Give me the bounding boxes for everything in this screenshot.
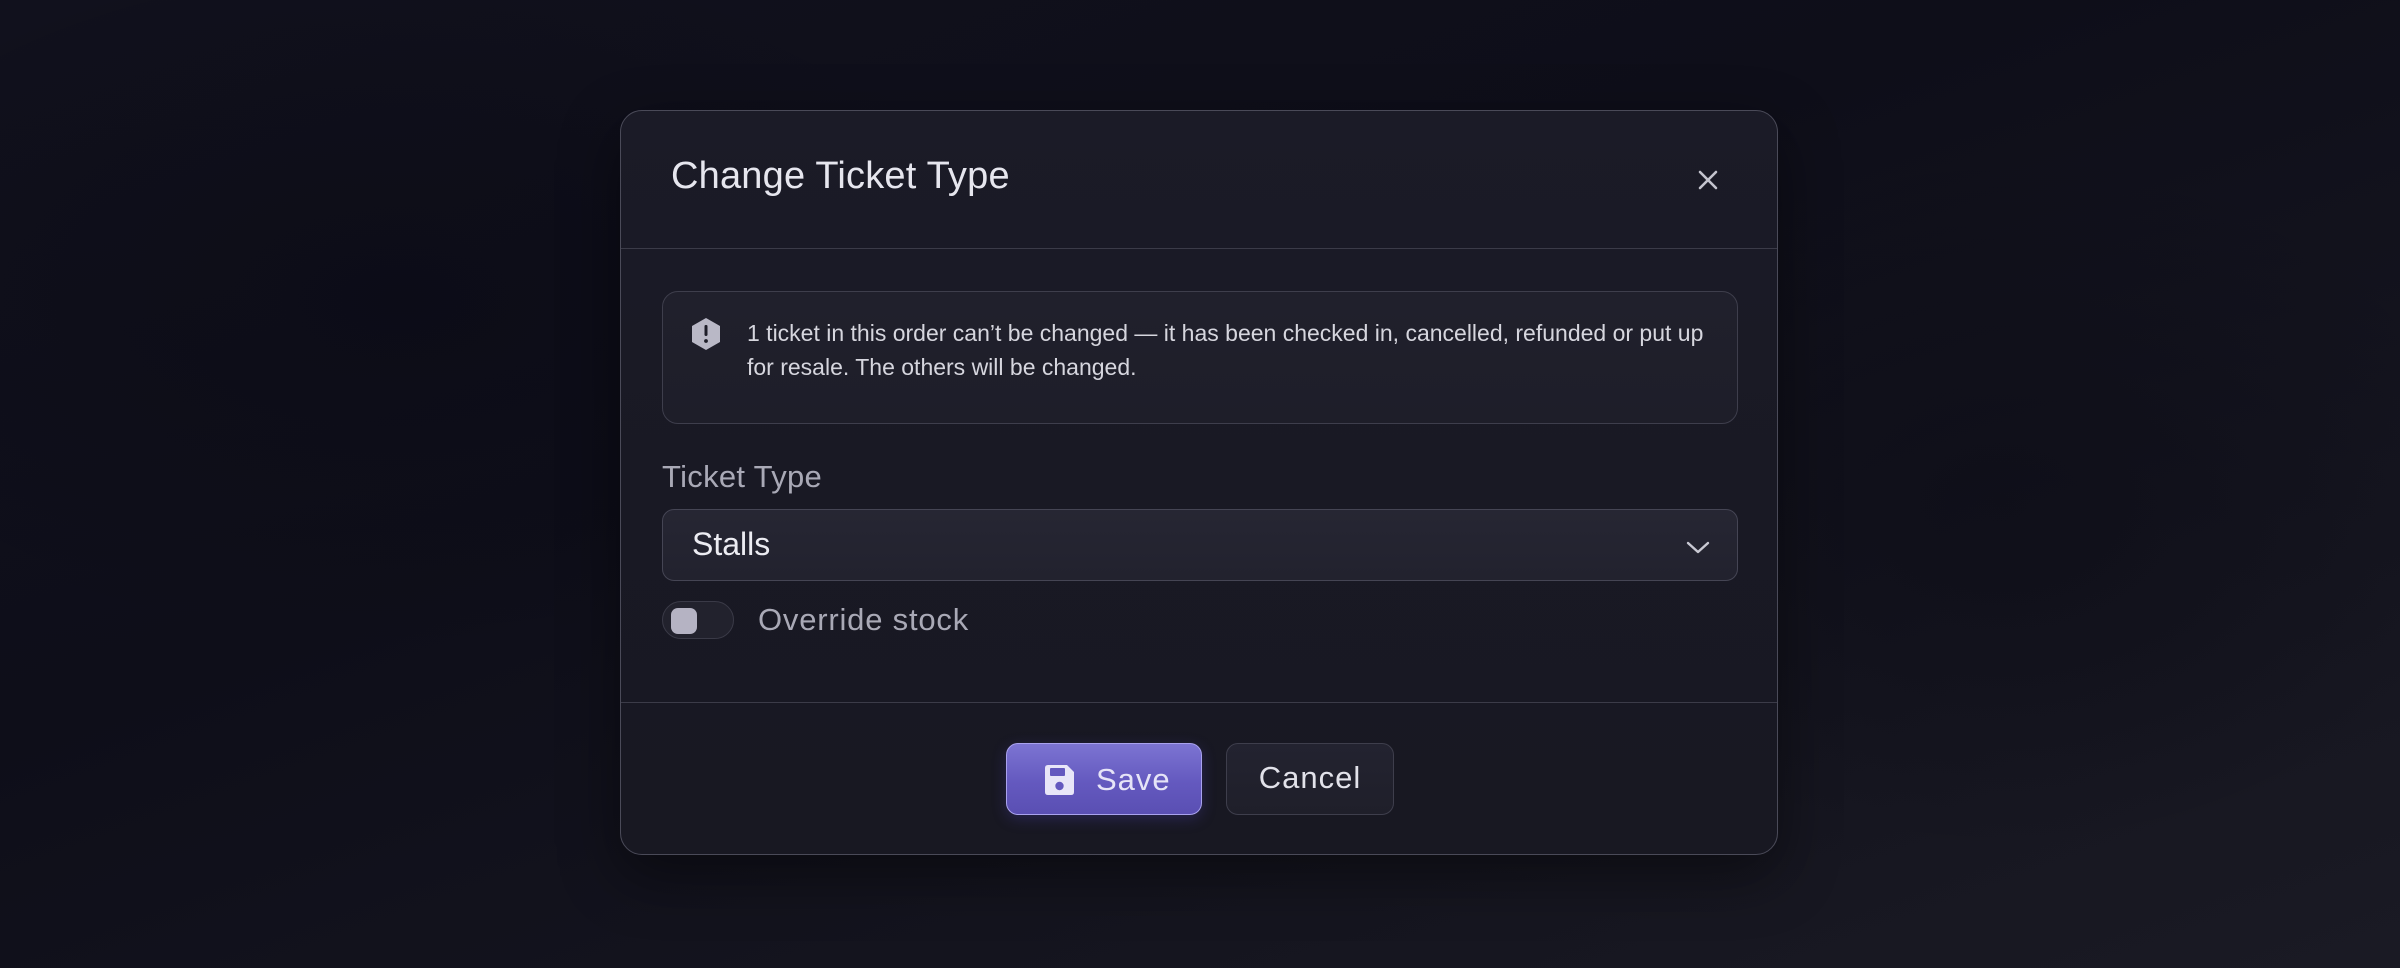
warning-alert: 1 ticket in this order can’t be changed … — [662, 291, 1738, 424]
save-button[interactable]: Save — [1006, 743, 1202, 815]
ticket-type-selected-value: Stalls — [692, 526, 771, 562]
close-icon — [1698, 170, 1718, 190]
change-ticket-type-dialog: Change Ticket Type 1 ticket in this orde… — [620, 110, 1778, 855]
floppy-disk-icon — [1041, 762, 1077, 798]
close-button[interactable] — [1691, 163, 1725, 197]
ticket-type-select[interactable]: Stalls — [662, 509, 1738, 581]
override-stock-toggle[interactable] — [662, 601, 734, 639]
cancel-label: Cancel — [1258, 760, 1362, 795]
dialog-footer: Save Cancel — [621, 702, 1777, 854]
dialog-header: Change Ticket Type — [621, 111, 1777, 249]
override-stock-label: Override stock — [758, 602, 970, 637]
ticket-type-label: Ticket Type — [662, 459, 823, 494]
toggle-knob — [671, 608, 697, 634]
save-label: Save — [1096, 762, 1171, 797]
cancel-button[interactable]: Cancel — [1226, 743, 1394, 815]
warning-hexagon-icon — [689, 316, 723, 352]
dialog-title: Change Ticket Type — [671, 155, 1010, 197]
alert-message: 1 ticket in this order can’t be changed … — [747, 320, 1704, 380]
chevron-down-icon — [1685, 534, 1711, 560]
